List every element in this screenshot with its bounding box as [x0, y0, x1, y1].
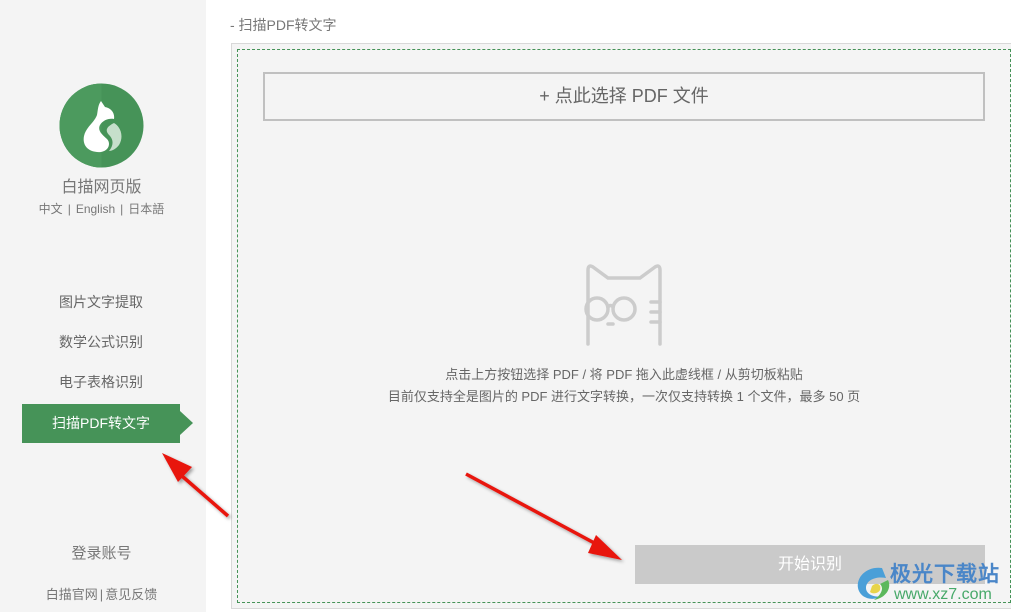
lang-japanese-link[interactable]: 日本語	[128, 202, 164, 216]
baimiao-logo-icon	[59, 83, 144, 168]
upload-hint-line-2: 目前仅支持全是图片的 PDF 进行文字转换，一次仅支持转换 1 个文件，最多 5…	[387, 389, 861, 404]
footer-separator: |	[99, 587, 104, 602]
sidebar-item-math-formula[interactable]: 数学公式识别	[22, 323, 180, 362]
lang-english-link[interactable]: English	[76, 202, 115, 216]
sidebar-item-image-text[interactable]: 图片文字提取	[22, 283, 180, 322]
lang-separator: |	[120, 202, 124, 216]
select-pdf-button[interactable]: + 点此选择 PDF 文件	[263, 72, 985, 121]
cat-with-glasses-icon	[584, 264, 662, 346]
watermark-title: 极光下载站	[890, 563, 1000, 586]
sidebar-item-scan-pdf[interactable]: 扫描PDF转文字	[22, 404, 193, 443]
app-name: 白描网页版	[61, 179, 142, 196]
section-title: - 扫描PDF转文字	[230, 17, 337, 33]
feedback-link[interactable]: 意见反馈	[105, 587, 157, 602]
watermark-logo-icon	[857, 567, 890, 600]
language-switcher: 中文 | English | 日本語	[0, 200, 203, 217]
upload-hint-line-1: 点击上方按钮选择 PDF / 将 PDF 拖入此虚线框 / 从剪切板粘贴	[445, 367, 803, 382]
login-link[interactable]: 登录账号	[0, 542, 203, 563]
sidebar: 白描网页版 中文 | English | 日本語 图片文字提取 数学公式识别 电子表格识…	[0, 0, 206, 612]
watermark: 极光下载站 www.xz7.com	[850, 558, 1010, 608]
footer-links: 白描官网 | 意见反馈	[0, 584, 203, 603]
official-site-link[interactable]: 白描官网	[46, 587, 98, 602]
lang-chinese-link[interactable]: 中文	[39, 202, 63, 216]
watermark-url: www.xz7.com	[894, 586, 992, 603]
lang-separator: |	[67, 202, 71, 216]
sidebar-item-spreadsheet[interactable]: 电子表格识别	[22, 363, 180, 402]
